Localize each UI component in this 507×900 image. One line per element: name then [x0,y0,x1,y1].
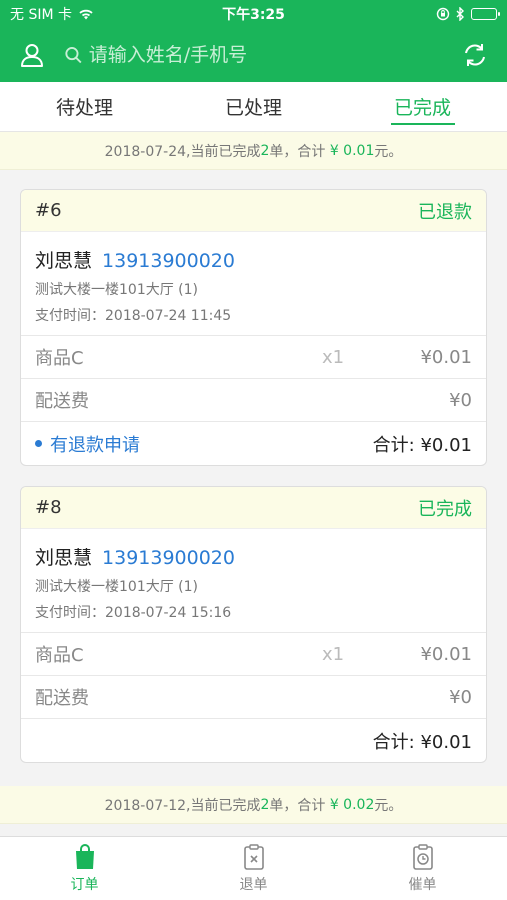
delivery-label: 配送费 [35,391,89,412]
tab-pending[interactable]: 待处理 [0,82,169,131]
order-list: #6 已退款 刘思慧 13913900020 测试大楼一楼101大厅 (1) 支… [0,170,507,763]
item-price: ¥0.01 [420,643,472,665]
customer-info: 刘思慧 13913900020 测试大楼一楼101大厅 (1) 支付时间：201… [21,232,486,336]
bottom-tab-bar: 订单 退单 催单 [0,836,507,900]
urge-clock-icon [412,843,433,870]
summary-prefix: 2018-07-24,当前已完成 [104,143,261,160]
summary-suffix: 元。 [374,143,403,160]
delivery-price: ¥0 [449,389,472,411]
customer-info: 刘思慧 13913900020 测试大楼一楼101大厅 (1) 支付时间：201… [21,529,486,633]
status-bar: 无 SIM 卡 下午3:25 [0,0,507,28]
order-card-header: #6 已退款 [21,190,486,232]
order-bag-icon [75,843,94,869]
item-name: 商品C [35,348,84,369]
item-price: ¥0.01 [420,346,472,368]
customer-phone[interactable]: 13913900020 [102,547,235,569]
delivery-fee-row: 配送费 ¥0 [21,676,486,719]
customer-row: 刘思慧 13913900020 [35,246,472,273]
status-right [436,7,500,21]
customer-name: 刘思慧 [35,547,93,569]
pay-time: 支付时间：2018-07-24 15:16 [35,605,232,621]
refund-dot-icon [35,440,42,447]
tabbar-label: 订单 [70,876,99,893]
item-qty: x1 [322,346,345,368]
customer-row: 刘思慧 13913900020 [35,543,472,570]
wifi-icon [79,9,93,20]
search-icon [65,47,82,64]
summary-amount: ¥ 0.01 [329,142,375,159]
delivery-price: ¥0 [449,686,472,708]
status-left: 无 SIM 卡 [10,4,94,24]
user-icon [21,44,43,67]
tabbar-label: 退单 [239,876,268,893]
tabbar-label: 催单 [408,876,437,893]
order-tabs: 待处理 已处理 已完成 [0,82,507,132]
order-number: #6 [35,200,62,221]
day-summary: 2018-07-24,当前已完成 2 单，合计 ¥ 0.01 元。 [0,132,507,170]
order-status: 已完成 [418,498,472,520]
summary-prefix: 2018-07-12,当前已完成 [104,797,261,814]
day-summary: 2018-07-12,当前已完成 2 单，合计 ¥ 0.02 元。 [0,786,507,824]
refund-request-link[interactable]: 有退款申请 [35,431,140,457]
bluetooth-icon [456,7,464,21]
summary-mid: 单，合计 [269,143,326,160]
tabbar-item-reminders[interactable]: 催单 [338,837,507,900]
refresh-icon [465,44,485,66]
tabbar-item-orders[interactable]: 订单 [0,837,169,900]
order-total: 合计: ¥0.01 [372,434,472,456]
order-total-row: 合计: ¥0.01 [21,719,486,762]
refund-text: 有退款申请 [50,434,140,456]
carrier-label: 无 SIM 卡 [10,7,72,23]
order-number: #8 [35,497,62,518]
order-card-header: #8 已完成 [21,487,486,529]
summary-count: 2 [260,796,270,813]
item-name: 商品C [35,645,84,666]
refund-clipboard-icon [243,843,264,870]
battery-icon [471,8,500,20]
top-header [0,28,507,82]
profile-button[interactable] [14,37,50,73]
order-card[interactable]: #8 已完成 刘思慧 13913900020 测试大楼一楼101大厅 (1) 支… [20,486,487,763]
summary-mid: 单，合计 [269,797,326,814]
summary-amount: ¥ 0.02 [329,796,375,813]
pay-time: 支付时间：2018-07-24 11:45 [35,308,232,324]
tab-processed[interactable]: 已处理 [169,82,338,131]
summary-suffix: 元。 [374,797,403,814]
orientation-lock-icon [436,7,450,21]
customer-address: 测试大楼一楼101大厅 (1) [35,579,199,595]
delivery-label: 配送费 [35,688,89,709]
order-item-row: 商品C x1 ¥0.01 [21,633,486,676]
delivery-fee-row: 配送费 ¥0 [21,379,486,422]
order-total-row: 有退款申请 合计: ¥0.01 [21,422,486,465]
tabbar-item-refunds[interactable]: 退单 [169,837,338,900]
summary-count: 2 [260,142,270,159]
search-bar[interactable] [64,44,443,66]
order-item-row: 商品C x1 ¥0.01 [21,336,486,379]
customer-address: 测试大楼一楼101大厅 (1) [35,282,199,298]
order-total: 合计: ¥0.01 [372,731,472,753]
order-card[interactable]: #6 已退款 刘思慧 13913900020 测试大楼一楼101大厅 (1) 支… [20,189,487,466]
item-qty: x1 [322,643,345,665]
order-status: 已退款 [418,201,472,223]
refresh-button[interactable] [457,37,493,73]
search-input[interactable] [88,44,443,66]
customer-name: 刘思慧 [35,250,93,272]
tab-completed[interactable]: 已完成 [338,82,507,131]
customer-phone[interactable]: 13913900020 [102,250,235,272]
